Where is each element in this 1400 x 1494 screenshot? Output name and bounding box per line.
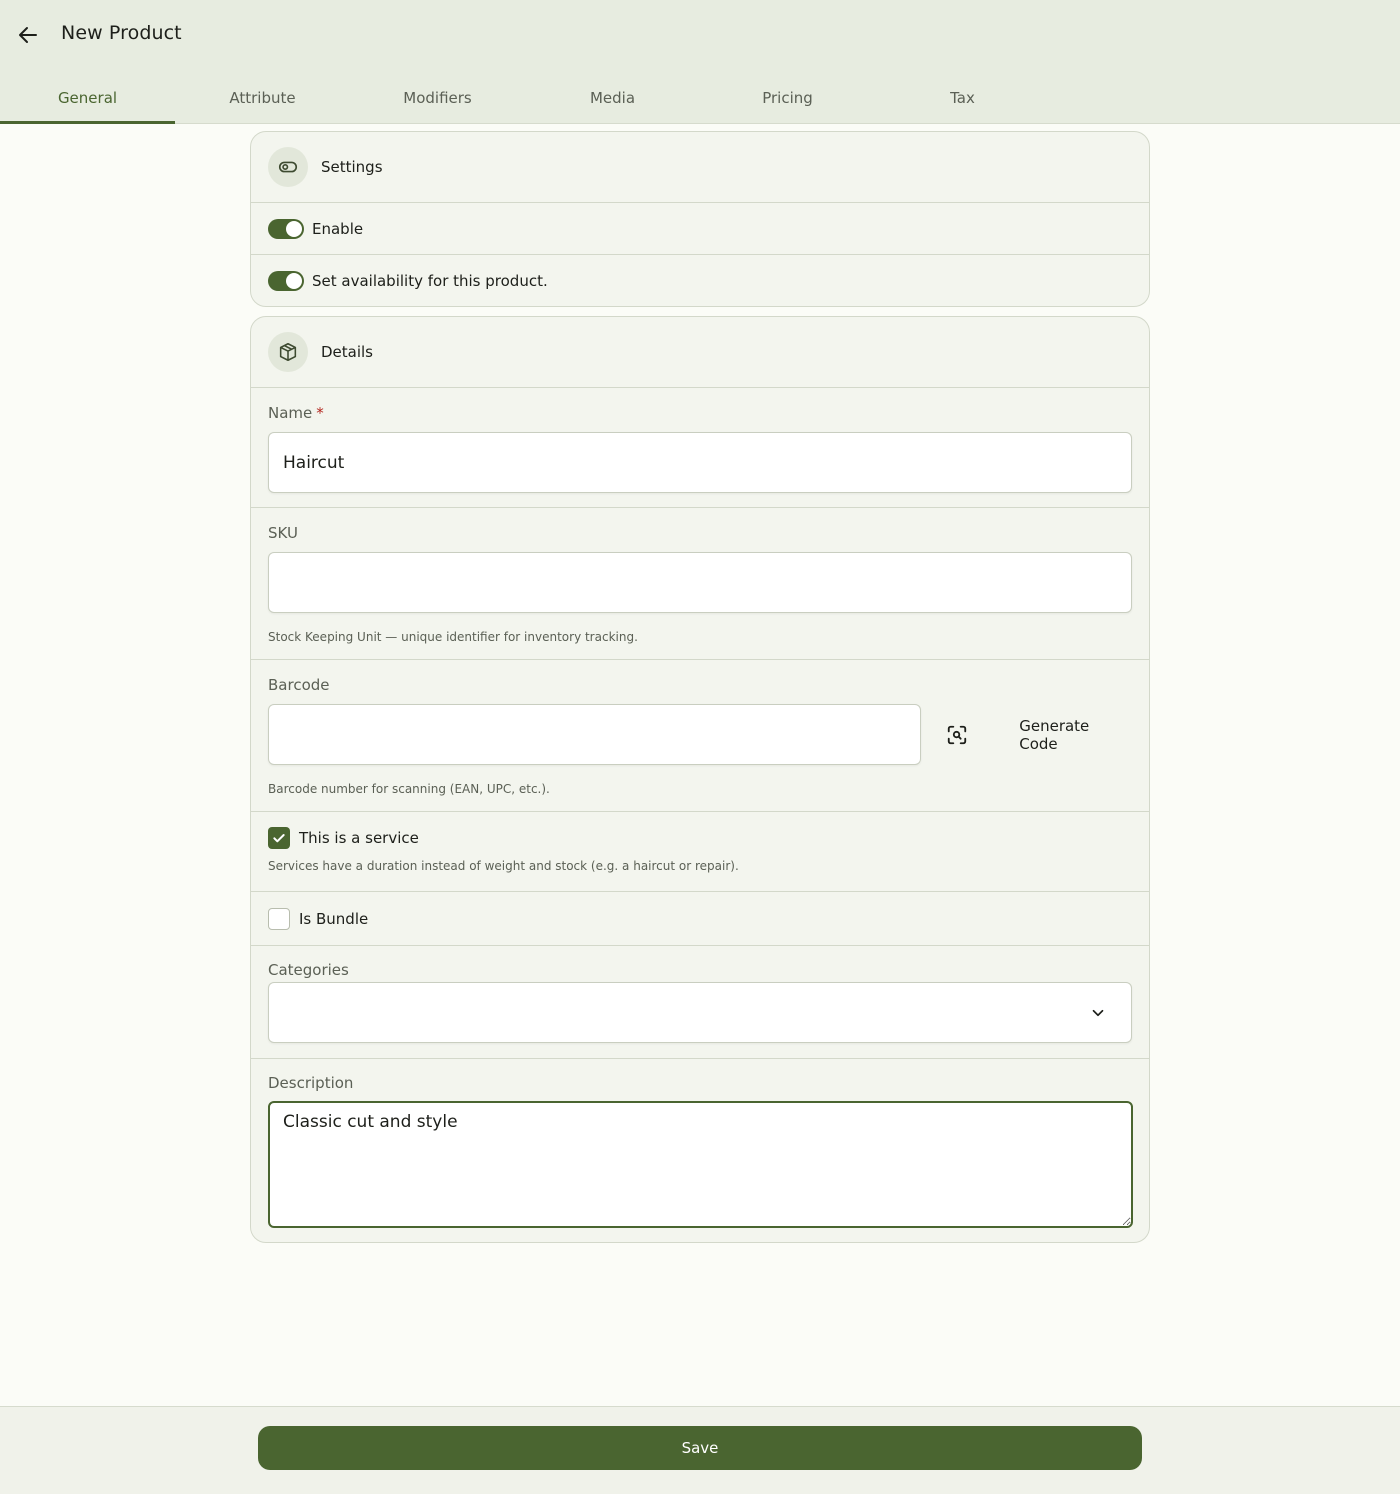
- barcode-helper: Barcode number for scanning (EAN, UPC, e…: [268, 782, 550, 796]
- generate-code-button[interactable]: Generate Code: [1019, 717, 1132, 753]
- tab-bar: General Attribute Modifiers Media Pricin…: [0, 72, 1050, 124]
- bundle-row: Is Bundle: [251, 892, 1149, 946]
- back-button[interactable]: [12, 19, 44, 51]
- enable-toggle[interactable]: [268, 218, 304, 239]
- service-label: This is a service: [299, 829, 419, 847]
- service-helper: Services have a duration instead of weig…: [268, 859, 739, 873]
- footer-bar: Save: [0, 1406, 1400, 1494]
- categories-select[interactable]: [268, 982, 1132, 1043]
- tab-attribute[interactable]: Attribute: [175, 72, 350, 123]
- tab-tax[interactable]: Tax: [875, 72, 1050, 123]
- sku-label: SKU: [268, 524, 298, 542]
- name-section: Name *: [251, 388, 1149, 508]
- name-label: Name *: [268, 404, 1132, 422]
- scan-icon: [948, 725, 967, 744]
- bundle-label: Is Bundle: [299, 909, 369, 928]
- availability-toggle[interactable]: [268, 270, 304, 291]
- service-row: This is a service: [268, 827, 1132, 849]
- description-section: Description Classic cut and style: [251, 1059, 1149, 1242]
- tab-general[interactable]: General: [0, 72, 175, 124]
- categories-section: Categories: [251, 946, 1149, 1059]
- enable-label: Enable: [312, 219, 364, 238]
- barcode-row: Generate Code: [268, 704, 1132, 765]
- toggle-icon: [268, 147, 308, 187]
- barcode-label: Barcode: [268, 676, 330, 694]
- name-input[interactable]: [268, 432, 1132, 493]
- description-textarea[interactable]: Classic cut and style: [268, 1101, 1133, 1228]
- availability-label: Set availability for this product.: [312, 271, 548, 290]
- settings-title: Settings: [321, 158, 383, 176]
- tab-pricing[interactable]: Pricing: [700, 72, 875, 123]
- service-checkbox[interactable]: [268, 827, 290, 849]
- details-card: Details Name* SKU Stock Keeping Unit — u…: [250, 316, 1150, 1243]
- sku-section: SKU Stock Keeping Unit — unique identifi…: [251, 508, 1149, 660]
- service-section: This is a service Services have a durati…: [251, 812, 1149, 892]
- details-header: Details: [251, 317, 1149, 388]
- check-icon: [273, 834, 285, 843]
- settings-header: Settings: [251, 132, 1149, 203]
- barcode-input[interactable]: [268, 704, 922, 765]
- tab-modifiers[interactable]: Modifiers: [350, 72, 525, 123]
- enable-row: Enable: [251, 203, 1149, 255]
- tab-media[interactable]: Media: [525, 72, 700, 123]
- name-label-text: Name: [268, 404, 313, 422]
- sku-helper: Stock Keeping Unit — unique identifier f…: [268, 630, 638, 644]
- scan-barcode-button[interactable]: [939, 717, 975, 753]
- arrow-left-icon: [19, 27, 37, 43]
- page-title: New Product: [61, 22, 182, 44]
- barcode-section: Barcode Generate Code Barcode number for…: [251, 660, 1149, 812]
- package-icon: [268, 332, 308, 372]
- settings-card: Settings Enable Set availability for thi…: [250, 131, 1150, 307]
- app-header: New Product General Attribute Modifiers …: [0, 0, 1400, 124]
- details-title: Details: [321, 343, 374, 361]
- chevron-down-icon: [1092, 1009, 1104, 1017]
- sku-input[interactable]: [268, 552, 1132, 613]
- bundle-checkbox[interactable]: [268, 907, 290, 930]
- categories-label: Categories: [268, 961, 349, 979]
- description-label: Description: [268, 1074, 354, 1092]
- availability-row: Set availability for this product.: [251, 255, 1149, 306]
- save-button[interactable]: Save: [258, 1426, 1142, 1470]
- required-mark: *: [316, 404, 324, 422]
